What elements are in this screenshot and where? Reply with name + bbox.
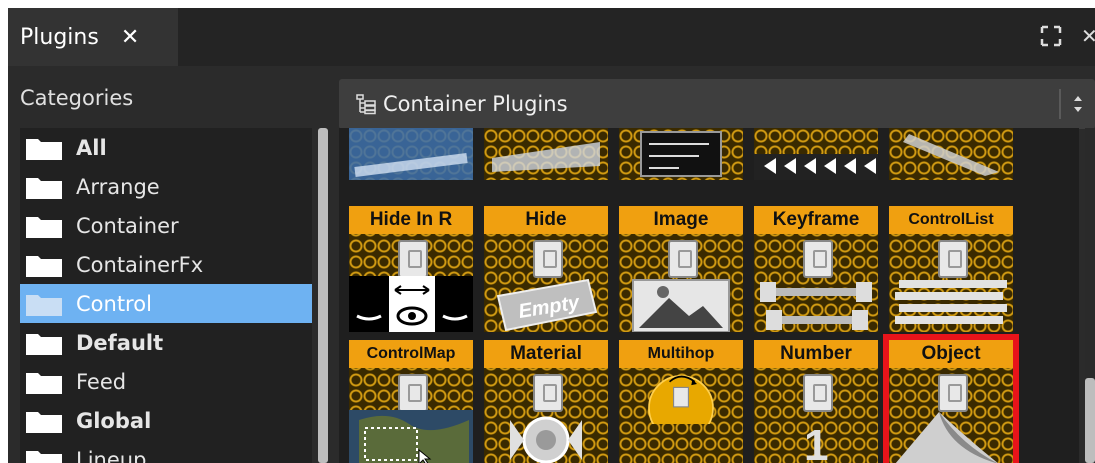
category-item-lineup[interactable]: Lineup <box>20 440 312 463</box>
category-list: All Arrange Container ContainerFx Contro… <box>20 128 312 463</box>
data-thumbnail <box>492 142 600 172</box>
categories-header: Categories <box>20 86 134 110</box>
category-label: Feed <box>76 369 127 394</box>
category-label: Global <box>76 408 152 433</box>
material-icon <box>484 410 608 463</box>
plugin-grid: Hide In R Hide Empty Image Keyframe Cont… <box>339 128 1079 463</box>
dropdown-divider <box>1059 89 1061 119</box>
close-window-icon[interactable]: ✕ <box>1081 24 1095 48</box>
plugin-label: Hide In R <box>349 206 473 234</box>
category-label: Container <box>76 213 179 238</box>
map-icon <box>349 410 473 463</box>
plugin-label: Keyframe <box>754 206 878 234</box>
plugin-tile-partial[interactable] <box>754 128 878 180</box>
plugin-material[interactable]: Material <box>484 340 608 463</box>
plugin-label: ControlList <box>889 206 1013 234</box>
tab-label: Plugins <box>20 24 99 50</box>
plugin-hide[interactable]: Hide Empty <box>484 206 608 332</box>
folder-icon <box>26 409 62 433</box>
tab-close-icon[interactable]: ✕ <box>121 25 139 50</box>
dropdown-label: Container Plugins <box>383 92 568 116</box>
category-item-feed[interactable]: Feed <box>20 362 312 401</box>
category-label: All <box>76 135 107 160</box>
socket-icon <box>803 374 833 412</box>
category-item-default[interactable]: Default <box>20 323 312 362</box>
selection-outline <box>883 334 1019 463</box>
category-label: ContainerFx <box>76 252 204 277</box>
plugin-label: Material <box>484 340 608 368</box>
formula-thumbnail <box>640 131 722 177</box>
plugin-label: Multihop <box>619 340 743 368</box>
keyframe-icon <box>754 276 878 332</box>
plugin-tile-partial[interactable] <box>619 128 743 180</box>
globe-icon <box>619 368 743 463</box>
folder-icon <box>26 253 62 277</box>
plugin-image[interactable]: Image <box>619 206 743 332</box>
title-bar: Plugins ✕ ✕ <box>8 8 1095 66</box>
category-label: Default <box>76 330 164 355</box>
maximize-icon[interactable] <box>1039 24 1063 48</box>
plugin-tile-partial[interactable] <box>889 128 1013 180</box>
category-item-global[interactable]: Global <box>20 401 312 440</box>
image-icon <box>619 276 743 332</box>
chevron-updown-icon <box>1071 91 1085 117</box>
plugin-tile-partial[interactable] <box>349 128 473 180</box>
plugin-keyframe[interactable]: Keyframe <box>754 206 878 332</box>
plugin-label: Hide <box>484 206 608 234</box>
category-label: Lineup <box>76 447 147 463</box>
object-text-thumbnail <box>349 128 473 180</box>
plane-thumbnail <box>903 134 999 176</box>
category-item-arrange[interactable]: Arrange <box>20 167 312 206</box>
category-label: Arrange <box>76 174 160 199</box>
number-digit: 1 <box>804 421 828 463</box>
category-item-control[interactable]: Control <box>20 284 312 323</box>
socket-icon <box>533 240 563 278</box>
category-item-containerfx[interactable]: ContainerFx <box>20 245 312 284</box>
scrollbar-thumb[interactable] <box>1085 378 1095 463</box>
socket-icon <box>938 240 968 278</box>
folder-icon <box>26 292 62 316</box>
plugin-controllist[interactable]: ControlList <box>889 206 1013 332</box>
plugin-label: ControlMap <box>349 340 473 368</box>
folder-icon <box>26 214 62 238</box>
plugin-tile-partial[interactable] <box>484 128 608 180</box>
socket-icon <box>668 240 698 278</box>
folder-icon <box>26 448 62 463</box>
tree-icon <box>355 93 377 115</box>
category-item-all[interactable]: All <box>20 128 312 167</box>
socket-icon <box>398 374 428 412</box>
socket-icon <box>398 240 428 278</box>
folder-icon <box>26 331 62 355</box>
number-icon: 1 <box>754 410 878 463</box>
socket-icon <box>533 374 563 412</box>
plugin-controlmap[interactable]: ControlMap <box>349 340 473 463</box>
plugin-label: Number <box>754 340 878 368</box>
list-icon <box>889 276 1013 332</box>
folder-icon <box>26 370 62 394</box>
plugin-hide-in-render[interactable]: Hide In R <box>349 206 473 332</box>
arrows-thumbnail <box>754 154 878 180</box>
plugin-type-dropdown[interactable]: Container Plugins <box>339 79 1095 129</box>
plugin-multihop[interactable]: Multihop <box>619 340 743 463</box>
category-label: Control <box>76 291 152 316</box>
plugin-label: Image <box>619 206 743 234</box>
category-scrollbar[interactable] <box>318 128 328 463</box>
socket-icon <box>803 240 833 278</box>
eye-icon <box>349 276 473 332</box>
tab-plugins[interactable]: Plugins ✕ <box>8 8 178 66</box>
plugin-grid-scrollbar[interactable] <box>1085 128 1095 463</box>
empty-plate-icon: Empty <box>484 276 608 332</box>
category-item-container[interactable]: Container <box>20 206 312 245</box>
plugin-number[interactable]: Number 1 <box>754 340 878 463</box>
folder-icon <box>26 175 62 199</box>
plugins-panel: Plugins ✕ ✕ Categories All Arrange Conta… <box>8 8 1095 463</box>
folder-icon <box>26 136 62 160</box>
